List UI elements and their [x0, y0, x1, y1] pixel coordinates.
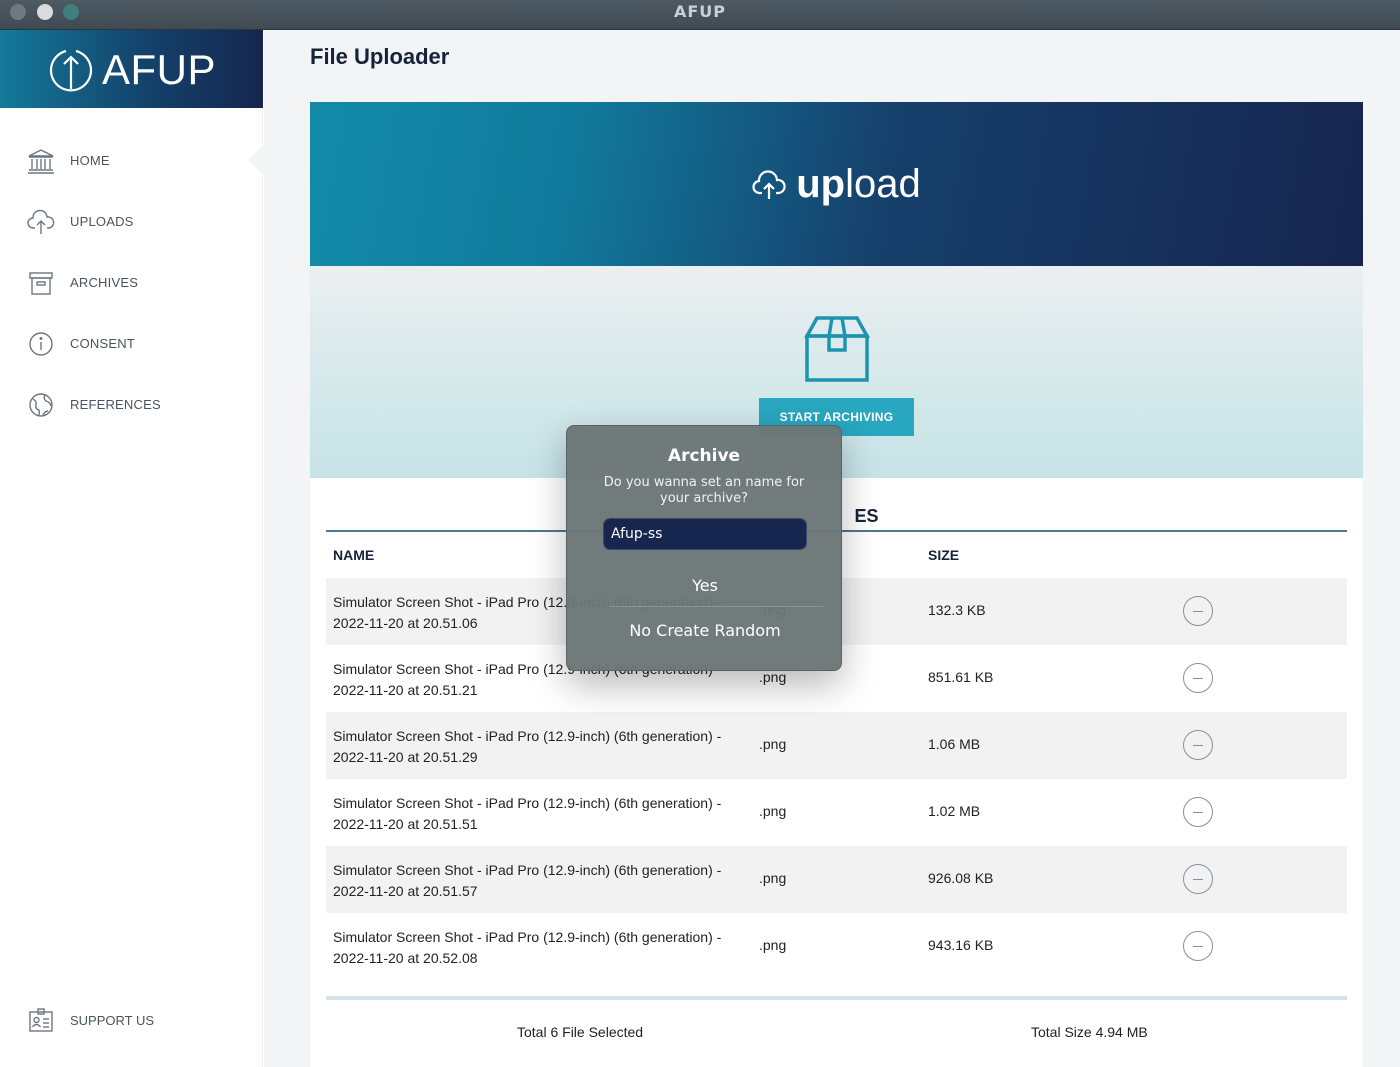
remove-file-button[interactable]: [1183, 797, 1213, 827]
sidebar-item-label: CONSENT: [70, 336, 135, 351]
hero-wordmark: up load: [310, 162, 1363, 207]
remove-file-button[interactable]: [1183, 663, 1213, 693]
sidebar-item-consent[interactable]: CONSENT: [0, 313, 263, 374]
sidebar-item-uploads[interactable]: UPLOADS: [0, 191, 263, 252]
minus-icon: [1193, 878, 1203, 880]
cloud-upload-icon: [27, 208, 55, 236]
file-name: Simulator Screen Shot - iPad Pro (12.9-i…: [333, 862, 722, 899]
support-label: SUPPORT US: [70, 1012, 155, 1028]
sidebar-item-support[interactable]: SUPPORT US: [0, 1002, 263, 1038]
page-title: File Uploader: [310, 44, 450, 69]
archive-name-dialog: Archive Do you wanna set an name for you…: [566, 425, 842, 671]
remove-file-button[interactable]: [1183, 864, 1213, 894]
file-type: .png: [759, 736, 787, 752]
bank-icon: [27, 147, 55, 175]
total-file-count: Total 6 File Selected: [517, 1024, 644, 1040]
archive-box-icon: [27, 269, 55, 297]
id-card-icon: [27, 1006, 55, 1034]
files-heading-text: ES: [854, 506, 879, 526]
brand-name: AFUP: [102, 46, 217, 93]
dialog-title: Archive: [667, 446, 741, 466]
dialog-no-create-random-button[interactable]: No Create Random: [567, 608, 843, 652]
column-header-name: NAME: [333, 547, 375, 563]
globe-icon: [27, 391, 55, 419]
file-size: 926.08 KB: [928, 870, 994, 886]
sidebar: AFUP HOME UPLOADS ARCHIVES CONSENT REFER…: [0, 30, 264, 1067]
file-size: 943.16 KB: [928, 937, 994, 953]
sidebar-item-label: UPLOADS: [70, 214, 134, 229]
hero-text-bold: up: [796, 162, 846, 206]
file-size: 1.02 MB: [928, 803, 981, 819]
file-name: Simulator Screen Shot - iPad Pro (12.9-i…: [333, 795, 722, 832]
table-row: Simulator Screen Shot - iPad Pro (12.9-i…: [326, 846, 1347, 913]
dialog-yes-button[interactable]: Yes: [567, 563, 843, 607]
dialog-separator: [609, 606, 823, 607]
minus-icon: [1193, 677, 1203, 679]
archive-name-input[interactable]: [603, 518, 807, 550]
minus-icon: [1193, 945, 1203, 947]
brand-header: AFUP: [0, 30, 263, 108]
window-titlebar: AFUP: [0, 0, 1400, 30]
minus-icon: [1193, 610, 1203, 612]
file-size: 132.3 KB: [928, 602, 986, 618]
dialog-message: Do you wanna set an name for your archiv…: [603, 475, 805, 506]
info-icon: [27, 330, 55, 358]
file-type: .png: [759, 803, 787, 819]
package-box-icon: [804, 316, 870, 382]
file-type: .png: [759, 870, 787, 886]
upload-arrow-logo-icon: [49, 49, 93, 92]
sidebar-item-archives[interactable]: ARCHIVES: [0, 252, 263, 313]
sidebar-item-home[interactable]: HOME: [0, 130, 264, 191]
file-size: 851.61 KB: [928, 669, 994, 685]
sidebar-item-label: REFERENCES: [70, 397, 161, 412]
table-row: Simulator Screen Shot - iPad Pro (12.9-i…: [326, 779, 1347, 846]
minus-icon: [1193, 744, 1203, 746]
remove-file-button[interactable]: [1183, 730, 1213, 760]
file-name: Simulator Screen Shot - iPad Pro (12.9-i…: [333, 728, 722, 765]
hero-text-light: load: [845, 162, 921, 206]
total-file-size: Total Size 4.94 MB: [1031, 1024, 1148, 1040]
remove-file-button[interactable]: [1183, 931, 1213, 961]
column-header-size: SIZE: [928, 547, 960, 563]
table-row: Simulator Screen Shot - iPad Pro (12.9-i…: [326, 913, 1347, 980]
cloud-upload-icon: [752, 169, 786, 199]
upload-hero[interactable]: up load: [310, 102, 1363, 266]
file-type: .png: [759, 937, 787, 953]
table-footer-divider: [326, 996, 1347, 1000]
file-size: 1.06 MB: [928, 736, 981, 752]
file-type: .png: [759, 669, 787, 685]
active-indicator: [248, 144, 264, 176]
sidebar-item-label: ARCHIVES: [70, 275, 139, 290]
minus-icon: [1193, 811, 1203, 813]
sidebar-item-references[interactable]: REFERENCES: [0, 374, 263, 435]
window-title: AFUP: [673, 2, 727, 21]
remove-file-button[interactable]: [1183, 596, 1213, 626]
sidebar-nav: HOME UPLOADS ARCHIVES CONSENT REFERENCES: [0, 130, 264, 435]
table-row: Simulator Screen Shot - iPad Pro (12.9-i…: [326, 712, 1347, 779]
file-name: Simulator Screen Shot - iPad Pro (12.9-i…: [333, 929, 722, 966]
sidebar-item-label: HOME: [70, 153, 110, 168]
